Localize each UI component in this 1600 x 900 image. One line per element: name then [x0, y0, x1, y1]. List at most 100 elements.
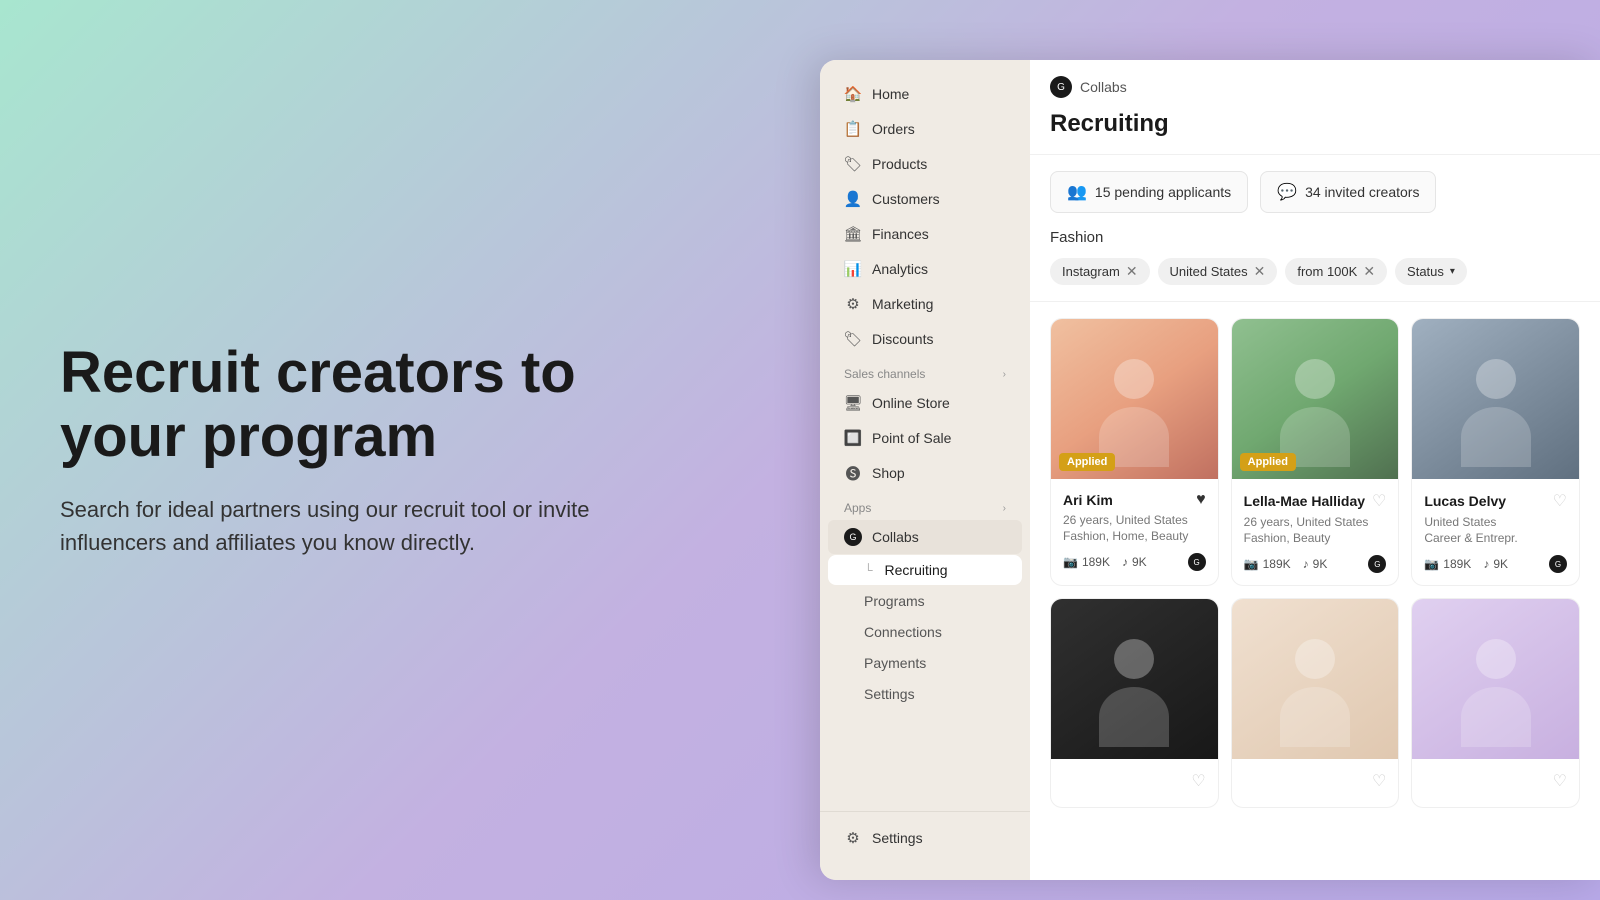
tiktok-icon-lella: ♪ [1303, 557, 1309, 571]
sidebar-item-shop[interactable]: 🅢 Shop [828, 456, 1022, 490]
sales-channels-label: Sales channels › [820, 357, 1030, 385]
creator-name-ari: Ari Kim [1063, 492, 1113, 508]
remove-100k-icon[interactable]: ✕ [1363, 263, 1375, 280]
sidebar-item-products[interactable]: 🏷 Products [828, 147, 1022, 181]
sidebar-item-marketing[interactable]: ⚙ Marketing [828, 287, 1022, 321]
creator-meta-ari: 26 years, United States [1063, 513, 1206, 527]
pos-icon: 🔲 [844, 429, 862, 447]
filter-tags: Instagram ✕ United States ✕ from 100K ✕ … [1050, 258, 1580, 285]
creator-card-4[interactable]: ♡ [1050, 598, 1219, 808]
filter-tag-100k-label: from 100K [1297, 264, 1357, 279]
filter-tag-instagram[interactable]: Instagram ✕ [1050, 258, 1150, 285]
sidebar-item-settings[interactable]: ⚙ Settings [828, 821, 1022, 855]
sidebar-item-finances[interactable]: 🏛 Finances [828, 217, 1022, 251]
creator-card-lella[interactable]: Applied Lella-Mae Halliday ♡ 26 years, U… [1231, 318, 1400, 586]
shop-icon: 🅢 [844, 464, 862, 482]
sidebar-nav: 🏠 Home 📋 Orders 🏷 Products 👤 Customers 🏛… [820, 76, 1030, 811]
creator-card-body-lella: Lella-Mae Halliday ♡ 26 years, United St… [1232, 479, 1399, 585]
creator-card-body-6: ♡ [1412, 759, 1579, 807]
settings-icon: ⚙ [844, 829, 862, 847]
creator-name-lella: Lella-Mae Halliday [1244, 493, 1365, 509]
sidebar-sub-settings[interactable]: Settings [828, 679, 1022, 709]
filter-tag-us[interactable]: United States ✕ [1158, 258, 1278, 285]
filter-tag-status-label: Status [1407, 264, 1444, 279]
like-button-lucas[interactable]: ♡ [1553, 491, 1567, 511]
remove-instagram-icon[interactable]: ✕ [1126, 263, 1138, 280]
creator-stats-ari: 📷 189K ♪ 9K G [1063, 553, 1206, 571]
collab-icon-lella: G [1368, 555, 1386, 573]
sidebar: 🏠 Home 📋 Orders 🏷 Products 👤 Customers 🏛… [820, 60, 1030, 880]
hero-section: Recruit creators to your program Search … [60, 341, 620, 559]
sidebar-item-collabs[interactable]: G Collabs [828, 520, 1022, 554]
card-name-row-6: ♡ [1424, 771, 1567, 791]
creators-grid: Applied Ari Kim ♥ 26 years, United State… [1030, 302, 1600, 880]
sidebar-sub-programs[interactable]: Programs [828, 586, 1022, 616]
status-chevron-icon: ▾ [1450, 266, 1455, 277]
filter-tag-100k[interactable]: from 100K ✕ [1285, 258, 1387, 285]
remove-us-icon[interactable]: ✕ [1254, 263, 1266, 280]
creator-stats-lella: 📷 189K ♪ 9K G [1244, 555, 1387, 573]
collabs-tab: G Collabs [1050, 76, 1580, 98]
stats-row: 👥 15 pending applicants 💬 34 invited cre… [1030, 155, 1600, 213]
instagram-icon-ari: 📷 [1063, 555, 1078, 569]
creator-meta-lella: 26 years, United States [1244, 515, 1387, 529]
invited-creators-badge[interactable]: 💬 34 invited creators [1260, 171, 1436, 213]
hero-subtitle: Search for ideal partners using our recr… [60, 493, 620, 559]
sidebar-item-discounts[interactable]: 🏷 Discounts [828, 322, 1022, 356]
collabs-tab-label: Collabs [1080, 79, 1127, 95]
apps-label: Apps › [820, 491, 1030, 519]
applied-badge-lella: Applied [1240, 453, 1296, 471]
pending-label: 15 pending applicants [1095, 184, 1231, 200]
hero-title: Recruit creators to your program [60, 341, 620, 469]
filter-tag-status[interactable]: Status ▾ [1395, 258, 1467, 285]
like-button-6[interactable]: ♡ [1553, 771, 1567, 791]
creator-categories-lella: Fashion, Beauty [1244, 531, 1387, 545]
app-window: 🏠 Home 📋 Orders 🏷 Products 👤 Customers 🏛… [820, 60, 1600, 880]
marketing-icon: ⚙ [844, 295, 862, 313]
products-icon: 🏷 [844, 155, 862, 173]
creator-image-ari-kim: Applied [1051, 319, 1218, 479]
sidebar-sub-connections[interactable]: Connections [828, 617, 1022, 647]
card-name-row-5: ♡ [1244, 771, 1387, 791]
creator-card-lucas[interactable]: Lucas Delvy ♡ United States Career & Ent… [1411, 318, 1580, 586]
discounts-icon: 🏷 [844, 330, 862, 348]
creator-image-4 [1051, 599, 1218, 759]
sales-channels-chevron: › [1003, 369, 1006, 380]
sidebar-item-online-store[interactable]: 🖥 Online Store [828, 386, 1022, 420]
card-name-row-lucas: Lucas Delvy ♡ [1424, 491, 1567, 511]
customers-icon: 👤 [844, 190, 862, 208]
sidebar-item-analytics[interactable]: 📊 Analytics [828, 252, 1022, 286]
tiktok-icon-ari: ♪ [1122, 555, 1128, 569]
creator-card-5[interactable]: ♡ [1231, 598, 1400, 808]
main-content: G Collabs Recruiting 👥 15 pending applic… [1030, 60, 1600, 880]
sidebar-item-home[interactable]: 🏠 Home [828, 77, 1022, 111]
collab-icon-lucas: G [1549, 555, 1567, 573]
sidebar-item-orders[interactable]: 📋 Orders [828, 112, 1022, 146]
filter-tag-us-label: United States [1170, 264, 1248, 279]
creator-image-lucas [1412, 319, 1579, 479]
sidebar-sub-recruiting[interactable]: └ Recruiting [828, 555, 1022, 585]
creator-card-ari-kim[interactable]: Applied Ari Kim ♥ 26 years, United State… [1050, 318, 1219, 586]
sidebar-item-point-of-sale[interactable]: 🔲 Point of Sale [828, 421, 1022, 455]
like-button-4[interactable]: ♡ [1191, 771, 1205, 791]
tiktok-stat-lucas: ♪ 9K [1483, 557, 1508, 571]
like-button-lella[interactable]: ♡ [1372, 491, 1386, 511]
creator-card-body-4: ♡ [1051, 759, 1218, 807]
filter-tag-instagram-label: Instagram [1062, 264, 1120, 279]
home-icon: 🏠 [844, 85, 862, 103]
tiktok-icon-lucas: ♪ [1483, 557, 1489, 571]
pending-applicants-badge[interactable]: 👥 15 pending applicants [1050, 171, 1248, 213]
collab-icon-ari: G [1188, 553, 1206, 571]
collabs-header-icon: G [1050, 76, 1072, 98]
orders-icon: 📋 [844, 120, 862, 138]
card-name-row-4: ♡ [1063, 771, 1206, 791]
sidebar-item-customers[interactable]: 👤 Customers [828, 182, 1022, 216]
creator-name-lucas: Lucas Delvy [1424, 493, 1506, 509]
like-button-5[interactable]: ♡ [1372, 771, 1386, 791]
sidebar-sub-payments[interactable]: Payments [828, 648, 1022, 678]
collabs-sidebar-icon: G [844, 528, 862, 546]
creator-card-6[interactable]: ♡ [1411, 598, 1580, 808]
creator-categories-ari: Fashion, Home, Beauty [1063, 529, 1206, 543]
like-button-ari[interactable]: ♥ [1196, 491, 1206, 509]
invited-label: 34 invited creators [1305, 184, 1419, 200]
